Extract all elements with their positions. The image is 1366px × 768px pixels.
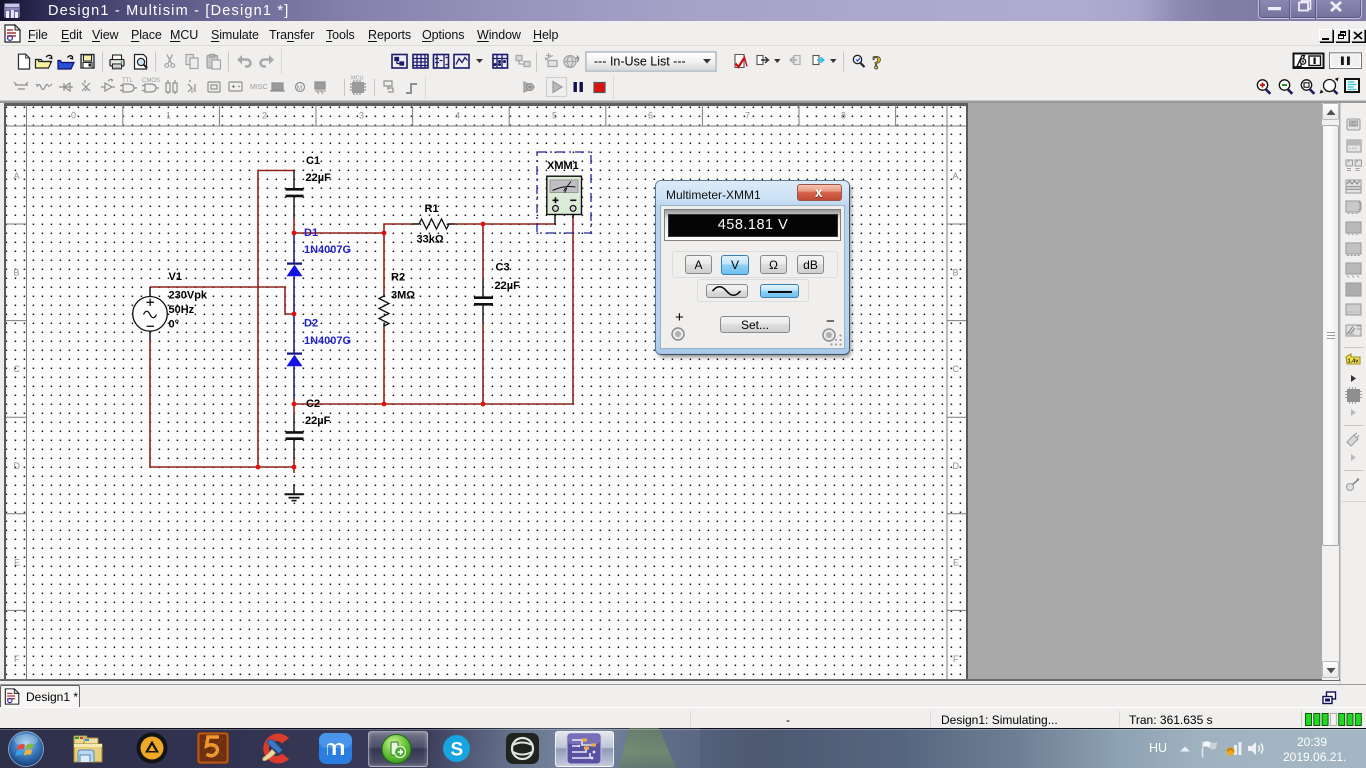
svg-text:7: 7 <box>745 111 750 121</box>
svg-text:8: 8 <box>841 111 846 121</box>
svg-text:6: 6 <box>648 111 653 121</box>
svg-text:50Hz: 50Hz <box>169 304 195 316</box>
svg-text:C: C <box>953 364 960 374</box>
svg-text:22µF: 22µF <box>495 280 521 292</box>
svg-text:33kΩ: 33kΩ <box>417 233 444 245</box>
svg-text:?: ? <box>872 53 882 74</box>
svg-text:1: 1 <box>166 111 171 121</box>
svg-text:1N4007G: 1N4007G <box>304 335 351 347</box>
svg-text:2: 2 <box>262 111 267 121</box>
svg-text:0°: 0° <box>169 318 180 330</box>
svg-text:D: D <box>953 461 960 471</box>
svg-text:--- In-Use List ---: --- In-Use List --- <box>594 55 686 69</box>
svg-text:D1: D1 <box>304 227 318 239</box>
svg-text:230Vpk: 230Vpk <box>169 289 208 301</box>
svg-text:A: A <box>953 171 959 181</box>
svg-text:B: B <box>953 268 959 278</box>
svg-text:3MΩ: 3MΩ <box>391 290 415 302</box>
svg-text:D2: D2 <box>304 318 318 330</box>
svg-text:3: 3 <box>359 111 364 121</box>
svg-text:A: A <box>14 171 20 181</box>
svg-text:C3: C3 <box>496 262 510 274</box>
svg-text:B: B <box>14 268 20 278</box>
svg-text:S: S <box>451 740 464 761</box>
svg-text:MCU: MCU <box>351 76 364 82</box>
svg-text:C1: C1 <box>306 155 320 167</box>
svg-text:4: 4 <box>455 111 460 121</box>
svg-text:V1: V1 <box>169 271 182 283</box>
svg-text:1.4v: 1.4v <box>1348 359 1360 365</box>
svg-text:MISC: MISC <box>250 84 268 91</box>
svg-text:R2: R2 <box>391 272 405 284</box>
svg-text:v: v <box>190 86 194 95</box>
svg-text:C: C <box>14 364 21 374</box>
svg-text:CMOS: CMOS <box>142 78 160 84</box>
svg-text:M: M <box>297 85 303 92</box>
svg-text:22µF: 22µF <box>306 172 332 184</box>
svg-text:0: 0 <box>71 111 76 121</box>
svg-text:F: F <box>14 654 20 664</box>
svg-text:5: 5 <box>552 111 557 121</box>
svg-text:TTL: TTL <box>122 78 133 84</box>
svg-text:C2: C2 <box>306 398 320 410</box>
svg-text:AG: AG <box>1347 331 1354 337</box>
svg-text:E: E <box>953 557 959 567</box>
svg-text:R1: R1 <box>425 203 439 215</box>
svg-text:D: D <box>14 461 21 471</box>
svg-text:XMM1: XMM1 <box>547 160 579 172</box>
svg-text:22µF: 22µF <box>305 415 331 427</box>
svg-text:F: F <box>953 654 959 664</box>
svg-text:E: E <box>14 557 20 567</box>
svg-text:1N4007G: 1N4007G <box>304 244 351 256</box>
